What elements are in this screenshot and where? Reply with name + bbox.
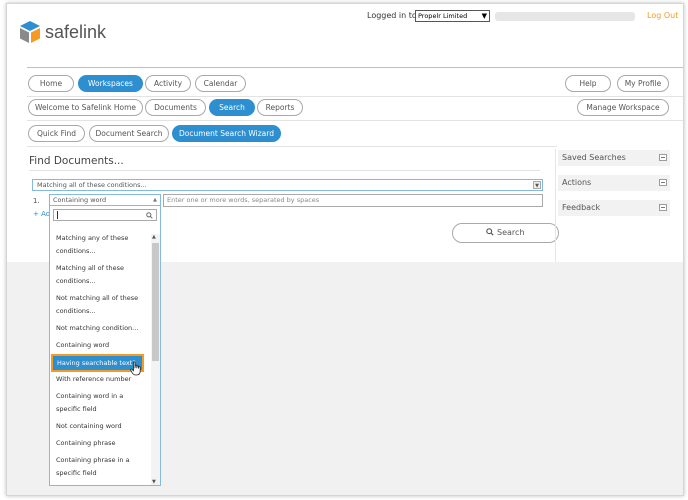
safelink-logo-icon	[20, 21, 40, 43]
text-caret	[57, 211, 58, 219]
sidebar-feedback[interactable]: Feedback	[558, 200, 670, 216]
hand-cursor-icon	[130, 361, 141, 376]
nav-quick-find[interactable]: Quick Find	[28, 125, 85, 142]
company-select-value: Propelr Limited	[418, 12, 468, 20]
chevron-down-icon: ▼	[481, 12, 487, 20]
dropdown-search-input[interactable]	[53, 209, 157, 221]
matching-select[interactable]: Matching all of these conditions... ▼	[32, 179, 543, 191]
sidebar-label: Saved Searches	[562, 153, 626, 162]
condition-select-value: Containing word	[53, 196, 107, 204]
dropdown-option[interactable]: Matching all of these conditions...	[56, 262, 144, 288]
nav-manage-workspace[interactable]: Manage Workspace	[577, 99, 669, 116]
nav-activity[interactable]: Activity	[145, 75, 191, 92]
dropdown-option[interactable]: Containing phrase	[56, 437, 144, 450]
sidebar-label: Feedback	[562, 203, 601, 212]
search-button[interactable]: Search	[452, 223, 559, 243]
dropdown-option[interactable]: Not matching all of these conditions...	[56, 292, 144, 318]
nav-divider-3	[27, 146, 557, 147]
logo-text: safelink	[45, 22, 107, 42]
logo[interactable]: safelink	[19, 20, 119, 50]
scroll-down-icon[interactable]: ▼	[152, 479, 156, 485]
page-title: Find Documents...	[29, 155, 124, 167]
collapse-icon[interactable]	[659, 204, 667, 211]
app-window: safelink Logged in to Propelr Limited ▼ …	[6, 3, 684, 496]
nav-calendar[interactable]: Calendar	[195, 75, 246, 92]
company-select[interactable]: Propelr Limited ▼	[415, 10, 490, 22]
nav-reports[interactable]: Reports	[257, 99, 303, 116]
condition-value-input[interactable]: Enter one or more words, separated by sp…	[163, 194, 543, 207]
logged-in-label: Logged in to	[367, 11, 417, 20]
nav-help[interactable]: Help	[565, 75, 611, 92]
sidebar-divider	[555, 149, 556, 262]
nav-my-profile[interactable]: My Profile	[617, 75, 669, 92]
nav-divider-1	[27, 96, 683, 97]
nav-documents[interactable]: Documents	[145, 99, 206, 116]
dropdown-scrollbar[interactable]: ▲ ▼	[151, 234, 160, 485]
dropdown-option[interactable]: Containing word in a specific field	[56, 390, 144, 416]
dropdown-option[interactable]: Containing word	[56, 339, 144, 352]
dropdown-option[interactable]: Containing phrase in a specific field	[56, 454, 144, 480]
dropdown-option[interactable]: Not containing word	[56, 420, 144, 433]
header-divider	[27, 67, 683, 68]
sidebar-actions[interactable]: Actions	[558, 175, 670, 191]
nav-home[interactable]: Home	[28, 75, 74, 92]
condition-dropdown[interactable]: Matching any of these conditions... Matc…	[49, 205, 161, 486]
chevron-down-icon: ▼	[533, 181, 541, 189]
search-icon	[146, 212, 153, 219]
dropdown-option[interactable]: Not matching condition...	[56, 322, 144, 335]
sidebar-label: Actions	[562, 178, 592, 187]
scroll-up-icon[interactable]: ▲	[152, 234, 156, 240]
sidebar-saved-searches[interactable]: Saved Searches	[558, 150, 670, 166]
nav-welcome-home[interactable]: Welcome to Safelink Home	[28, 99, 143, 116]
search-icon	[486, 228, 495, 236]
nav-document-search[interactable]: Document Search	[89, 125, 169, 142]
dropdown-option[interactable]: Matching any of these conditions...	[56, 232, 144, 258]
nav-workspaces[interactable]: Workspaces	[78, 75, 143, 92]
condition-value-placeholder: Enter one or more words, separated by sp…	[167, 196, 320, 204]
matching-select-value: Matching all of these conditions...	[37, 181, 147, 189]
title-underline	[29, 170, 540, 171]
nav-document-search-wizard[interactable]: Document Search Wizard	[172, 125, 281, 142]
logout-link[interactable]: Log Out	[647, 11, 678, 20]
nav-divider-2	[27, 120, 683, 121]
nav-search[interactable]: Search	[209, 99, 255, 116]
scrollbar-thumb[interactable]	[152, 243, 159, 361]
collapse-icon[interactable]	[659, 154, 667, 161]
collapse-icon[interactable]	[659, 179, 667, 186]
condition-number: 1.	[33, 197, 40, 205]
search-button-label: Search	[497, 228, 525, 237]
redacted-user	[495, 12, 635, 21]
add-condition-link[interactable]: + Ad	[33, 210, 50, 218]
